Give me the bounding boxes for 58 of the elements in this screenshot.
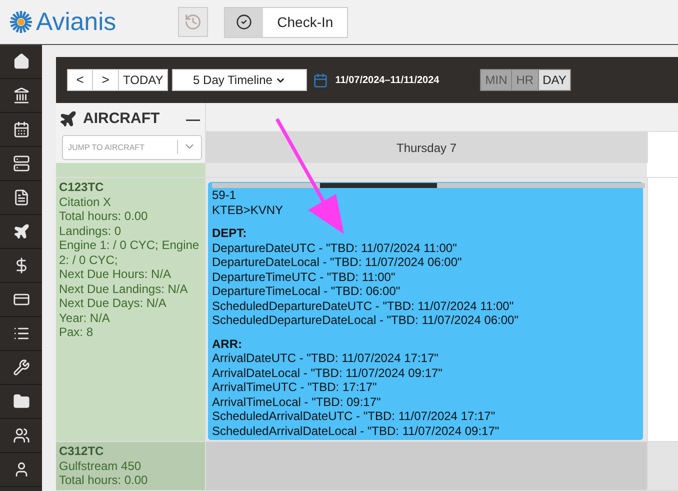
scale-tab[interactable]: DAY [538,70,570,90]
aircraft-detail: Total hours: 0.00 [59,473,149,488]
event-detail: ArrivalTimeLocal - "TBD: 09:17" [212,394,382,409]
route: KTEB>KVNY [212,202,284,217]
aircraft-detail: Next Due Landings: N/A [59,282,189,296]
aircraft-detail: Year: N/A [59,310,111,325]
check-circle-icon [236,14,252,30]
aircraft-detail: Pax: 8 [59,325,94,340]
users-icon [12,427,30,444]
event-detail: ArrivalDateLocal - "TBD: 11/07/2024 09:17" [212,366,444,380]
collapse-button[interactable]: — [186,108,200,130]
event-detail: DepartureDateLocal - "TBD: 11/07/2024 06:00" [212,255,463,270]
date-range: 11/07/2024–11/11/2024 [335,74,440,88]
list-icon [12,325,30,342]
tail-number: C312TC [59,444,105,458]
history-icon [184,13,202,31]
event-detail: DepartureDateUTC - "TBD: 11/07/2024 11:00" [212,240,458,255]
aircraft-detail: Next Due Days: N/A [59,296,168,310]
event-detail: ArrivalDateUTC - "TBD: 11/07/2024 17:17" [212,351,440,366]
folder-icon [12,393,30,410]
plane-icon [59,110,77,128]
today-button[interactable]: TODAY [119,70,168,90]
aircraft-detail: Landings: 0 [59,224,122,238]
timeline-cell [647,163,678,177]
bank-icon [12,87,30,104]
logo-icon [9,10,33,34]
event-detail: ScheduledDepartureDateUTC - "TBD: 11/07/2024 11:00" [212,298,515,313]
event-detail: ScheduledArrivalDateLocal - "TBD: 11/07/2024 09:17" [212,424,500,438]
section-heading: ARR: [212,336,243,351]
calendar-icon [12,121,30,138]
document-icon [12,189,30,206]
panel-title: AIRCRAFT [83,109,160,129]
aircraft-detail: Citation X [59,194,112,209]
wrench-icon [12,359,30,376]
credit-card-icon [12,291,30,308]
event-detail: ArrivalTimeUTC - "TBD: 17:17" [212,380,378,394]
event-detail: ScheduledArrivalDateUTC - "TBD: 11/07/2024 17:17" [212,409,496,424]
tail-number: C123TC [59,180,105,194]
calendar-icon [313,72,328,88]
aircraft-detail: Engine 1: / 0 CYC; Engine 2: / 0 CYC; [59,238,200,267]
previous-button[interactable]: < [68,70,93,90]
brand-name: Avianis [36,10,116,34]
event-detail: ScheduledDepartureDateLocal - "TBD: 11/07/2024 06:00" [212,313,520,328]
aircraft-detail: Gulfstream 450 [59,458,142,473]
home-icon [12,53,30,70]
server-icon [12,155,30,172]
event-detail: DepartureTimeLocal - "TBD: 06:00" [212,284,402,298]
aircraft-detail: Total hours: 0.00 [59,209,149,224]
check-in-button[interactable]: Check-In [224,6,348,38]
next-button[interactable]: > [93,70,119,90]
view-dropdown[interactable]: 5 Day Timeline [172,69,308,91]
plane-icon [12,223,30,240]
aircraft-detail: Next Due Hours: N/A [59,267,172,282]
jump-to-aircraft-field[interactable]: JUMP TO AIRCRAFT [62,134,202,160]
event-detail: DepartureTimeUTC - "TBD: 11:00" [212,270,396,284]
day-column-header: Thursday 7 [206,132,647,163]
trip-number: 59-1 [212,188,238,202]
section-heading: DEPT: [212,226,248,240]
